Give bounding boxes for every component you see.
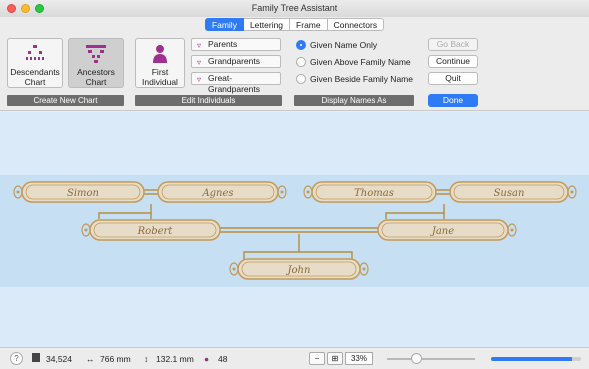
name-simon: Simon bbox=[67, 188, 99, 199]
radio-dot bbox=[296, 74, 306, 84]
close-window-button[interactable] bbox=[7, 4, 16, 13]
window-title: Family Tree Assistant bbox=[251, 3, 338, 13]
progress-fill bbox=[491, 357, 572, 361]
title-bar: Family Tree Assistant bbox=[0, 0, 589, 17]
parents-icon: ▿ bbox=[197, 41, 202, 50]
stitch-count-icon bbox=[32, 353, 40, 362]
great-grandparents-label: Great-Grandparents bbox=[208, 73, 260, 94]
name-jane: Jane bbox=[430, 226, 454, 237]
toolbar: Descendants Chart Ancestors Chart Create… bbox=[0, 33, 589, 111]
edit-individuals-bar: Edit Individuals bbox=[135, 95, 282, 106]
height-icon: ↕ bbox=[144, 354, 149, 364]
zoom-slider-knob[interactable] bbox=[411, 353, 423, 364]
descendants-label-2: Chart bbox=[24, 77, 46, 87]
descendants-chart-icon bbox=[26, 45, 44, 60]
ancestors-label-2: Chart bbox=[85, 77, 107, 87]
great-grandparents-button[interactable]: ▿ Great-Grandparents bbox=[191, 72, 281, 94]
color-changes-icon: ● bbox=[204, 354, 210, 364]
family-tree-design: Simon Agnes Thomas Susan Robert Jane Joh… bbox=[13, 181, 577, 280]
quit-button[interactable]: Quit bbox=[428, 72, 478, 85]
radio-given-beside-family[interactable]: Given Beside Family Name bbox=[296, 74, 413, 85]
width-icon: ↔ bbox=[86, 354, 95, 364]
zoom-slider-track[interactable] bbox=[387, 358, 475, 360]
grandparents-button[interactable]: ▿ Grandparents bbox=[191, 55, 281, 68]
name-thomas: Thomas bbox=[354, 188, 394, 199]
parents-button[interactable]: ▿ Parents bbox=[191, 38, 281, 51]
first-individual-button[interactable]: First Individual bbox=[135, 38, 185, 88]
tab-family[interactable]: Family bbox=[204, 18, 244, 31]
given-beside-family-label: Given Beside Family Name bbox=[310, 74, 413, 84]
descendants-chart-button[interactable]: Descendants Chart bbox=[7, 38, 63, 88]
name-john: John bbox=[286, 265, 311, 276]
design-height: 132.1 mm bbox=[156, 354, 194, 364]
help-button[interactable]: ? bbox=[10, 352, 23, 365]
design-canvas[interactable]: Simon Agnes Thomas Susan Robert Jane Joh… bbox=[0, 112, 589, 347]
display-names-as-bar: Display Names As bbox=[294, 95, 414, 106]
radio-dot-selected bbox=[296, 40, 306, 50]
grandparents-icon: ▿ bbox=[197, 58, 202, 67]
tab-frame[interactable]: Frame bbox=[290, 18, 328, 31]
zoom-value[interactable]: 33% bbox=[345, 352, 373, 365]
given-name-only-label: Given Name Only bbox=[310, 40, 378, 50]
name-susan: Susan bbox=[494, 188, 525, 199]
tab-connectors[interactable]: Connectors bbox=[327, 18, 385, 31]
ancestors-chart-button[interactable]: Ancestors Chart bbox=[68, 38, 124, 88]
color-count: 48 bbox=[218, 354, 228, 364]
zoom-fit-button[interactable]: ⊞ bbox=[327, 352, 343, 365]
go-back-button[interactable]: Go Back bbox=[428, 38, 478, 51]
name-agnes: Agnes bbox=[201, 188, 233, 199]
parents-label: Parents bbox=[208, 39, 238, 49]
design-width: 766 mm bbox=[100, 354, 131, 364]
radio-given-above-family[interactable]: Given Above Family Name bbox=[296, 57, 411, 68]
first-individual-label-1: First bbox=[151, 67, 169, 77]
descendants-label-1: Descendants bbox=[10, 67, 60, 77]
progress-bar bbox=[491, 357, 581, 361]
status-bar: ? 34,524 ↔ 766 mm ↕ 132.1 mm ● 48 − ⊞ 33… bbox=[0, 347, 589, 369]
person-icon bbox=[153, 45, 167, 63]
given-above-family-label: Given Above Family Name bbox=[310, 57, 411, 67]
tab-bar: Family Lettering Frame Connectors bbox=[0, 17, 589, 33]
radio-dot bbox=[296, 57, 306, 67]
name-robert: Robert bbox=[137, 226, 174, 237]
continue-button[interactable]: Continue bbox=[428, 55, 478, 68]
zoom-out-button[interactable]: − bbox=[309, 352, 325, 365]
minimize-window-button[interactable] bbox=[21, 4, 30, 13]
ancestors-label-1: Ancestors bbox=[77, 67, 115, 77]
create-new-chart-bar: Create New Chart bbox=[7, 95, 124, 106]
tab-lettering[interactable]: Lettering bbox=[243, 18, 291, 31]
done-button[interactable]: Done bbox=[428, 94, 478, 107]
stitch-count: 34,524 bbox=[46, 354, 72, 364]
maximize-window-button[interactable] bbox=[35, 4, 44, 13]
grandparents-label: Grandparents bbox=[208, 56, 260, 66]
great-grandparents-icon: ▿ bbox=[197, 75, 202, 84]
radio-given-name-only[interactable]: Given Name Only bbox=[296, 40, 377, 51]
first-individual-label-2: Individual bbox=[142, 77, 178, 87]
ancestors-chart-icon bbox=[86, 45, 106, 63]
